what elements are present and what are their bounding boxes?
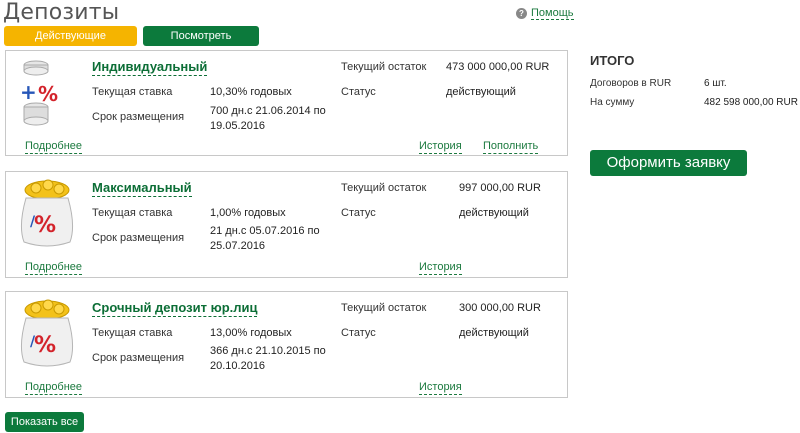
- rate-value: 13,00% годовых: [210, 327, 292, 339]
- svg-text:%: %: [34, 213, 56, 238]
- rate-value: 1,00% годовых: [210, 207, 286, 219]
- rate-label: Текущая ставка: [92, 86, 173, 98]
- term-value-line1: 21 дн.с 05.07.2016 по: [210, 225, 320, 237]
- svg-text:+: +: [20, 80, 37, 104]
- status-label: Статус: [341, 207, 376, 219]
- term-value-line1: 700 дн.с 21.06.2014 по: [210, 105, 326, 117]
- money-bag-icon: % /: [20, 299, 74, 367]
- contracts-label: Договоров в RUR: [590, 78, 672, 89]
- summary-title: ИТОГО: [590, 53, 635, 68]
- status-label: Статус: [341, 86, 376, 98]
- coins-percent-icon: + %: [20, 60, 58, 126]
- money-bag-icon: % /: [20, 179, 74, 247]
- help-icon: ?: [516, 8, 527, 19]
- page-title: Депозиты: [3, 0, 120, 25]
- term-label: Срок размещения: [92, 352, 185, 364]
- status-value: действующий: [459, 327, 529, 339]
- deposit-card: % / Максимальный Текущая ставка 1,00% го…: [5, 171, 568, 278]
- rate-label: Текущая ставка: [92, 327, 173, 339]
- term-value-line2: 19.05.2016: [210, 120, 266, 132]
- history-link[interactable]: История: [419, 261, 462, 275]
- details-link[interactable]: Подробнее: [25, 261, 83, 275]
- deposit-card: % / Срочный депозит юр.лиц Текущая ставк…: [5, 291, 568, 398]
- show-all-button[interactable]: Показать все: [5, 412, 84, 432]
- deposit-name[interactable]: Индивидуальный: [92, 59, 208, 76]
- balance-label: Текущий остаток: [341, 61, 427, 73]
- help-link[interactable]: ? Помощь: [516, 7, 574, 20]
- term-value-line2: 25.07.2016: [210, 240, 266, 252]
- status-label: Статус: [341, 327, 376, 339]
- svg-text:/: /: [30, 214, 36, 230]
- deposit-name[interactable]: Срочный депозит юр.лиц: [92, 300, 258, 317]
- status-value: действующий: [459, 207, 529, 219]
- details-link[interactable]: Подробнее: [25, 381, 83, 395]
- svg-text:%: %: [34, 333, 56, 358]
- contracts-value: 6 шт.: [704, 78, 727, 89]
- term-value-line2: 20.10.2016: [210, 360, 266, 372]
- help-label: Помощь: [531, 7, 574, 20]
- term-label: Срок размещения: [92, 232, 185, 244]
- balance-value: 473 000 000,00 RUR: [446, 61, 550, 73]
- status-value: действующий: [446, 86, 516, 98]
- term-label: Срок размещения: [92, 111, 185, 123]
- apply-button[interactable]: Оформить заявку: [590, 150, 747, 176]
- balance-label: Текущий остаток: [341, 302, 427, 314]
- tab-active-deposits[interactable]: Действующие депозиты: [4, 26, 137, 62]
- history-link[interactable]: История: [419, 381, 462, 395]
- deposit-name[interactable]: Максимальный: [92, 180, 192, 197]
- balance-value: 997 000,00 RUR: [459, 182, 541, 194]
- topup-link[interactable]: Пополнить: [483, 140, 539, 154]
- balance-label: Текущий остаток: [341, 182, 427, 194]
- history-link[interactable]: История: [419, 140, 462, 154]
- term-value-line1: 366 дн.с 21.10.2015 по: [210, 345, 326, 357]
- rate-value: 10,30% годовых: [210, 86, 292, 98]
- rate-label: Текущая ставка: [92, 207, 173, 219]
- details-link[interactable]: Подробнее: [25, 140, 83, 154]
- total-value: 482 598 000,00 RUR: [704, 97, 798, 108]
- deposit-card: + % Индивидуальный Текущая ставка 10,30%…: [5, 50, 568, 156]
- total-label: На сумму: [590, 97, 635, 108]
- svg-text:%: %: [38, 82, 58, 106]
- tab-view-conditions[interactable]: Посмотреть условия: [143, 26, 259, 62]
- svg-text:/: /: [30, 334, 36, 350]
- balance-value: 300 000,00 RUR: [459, 302, 541, 314]
